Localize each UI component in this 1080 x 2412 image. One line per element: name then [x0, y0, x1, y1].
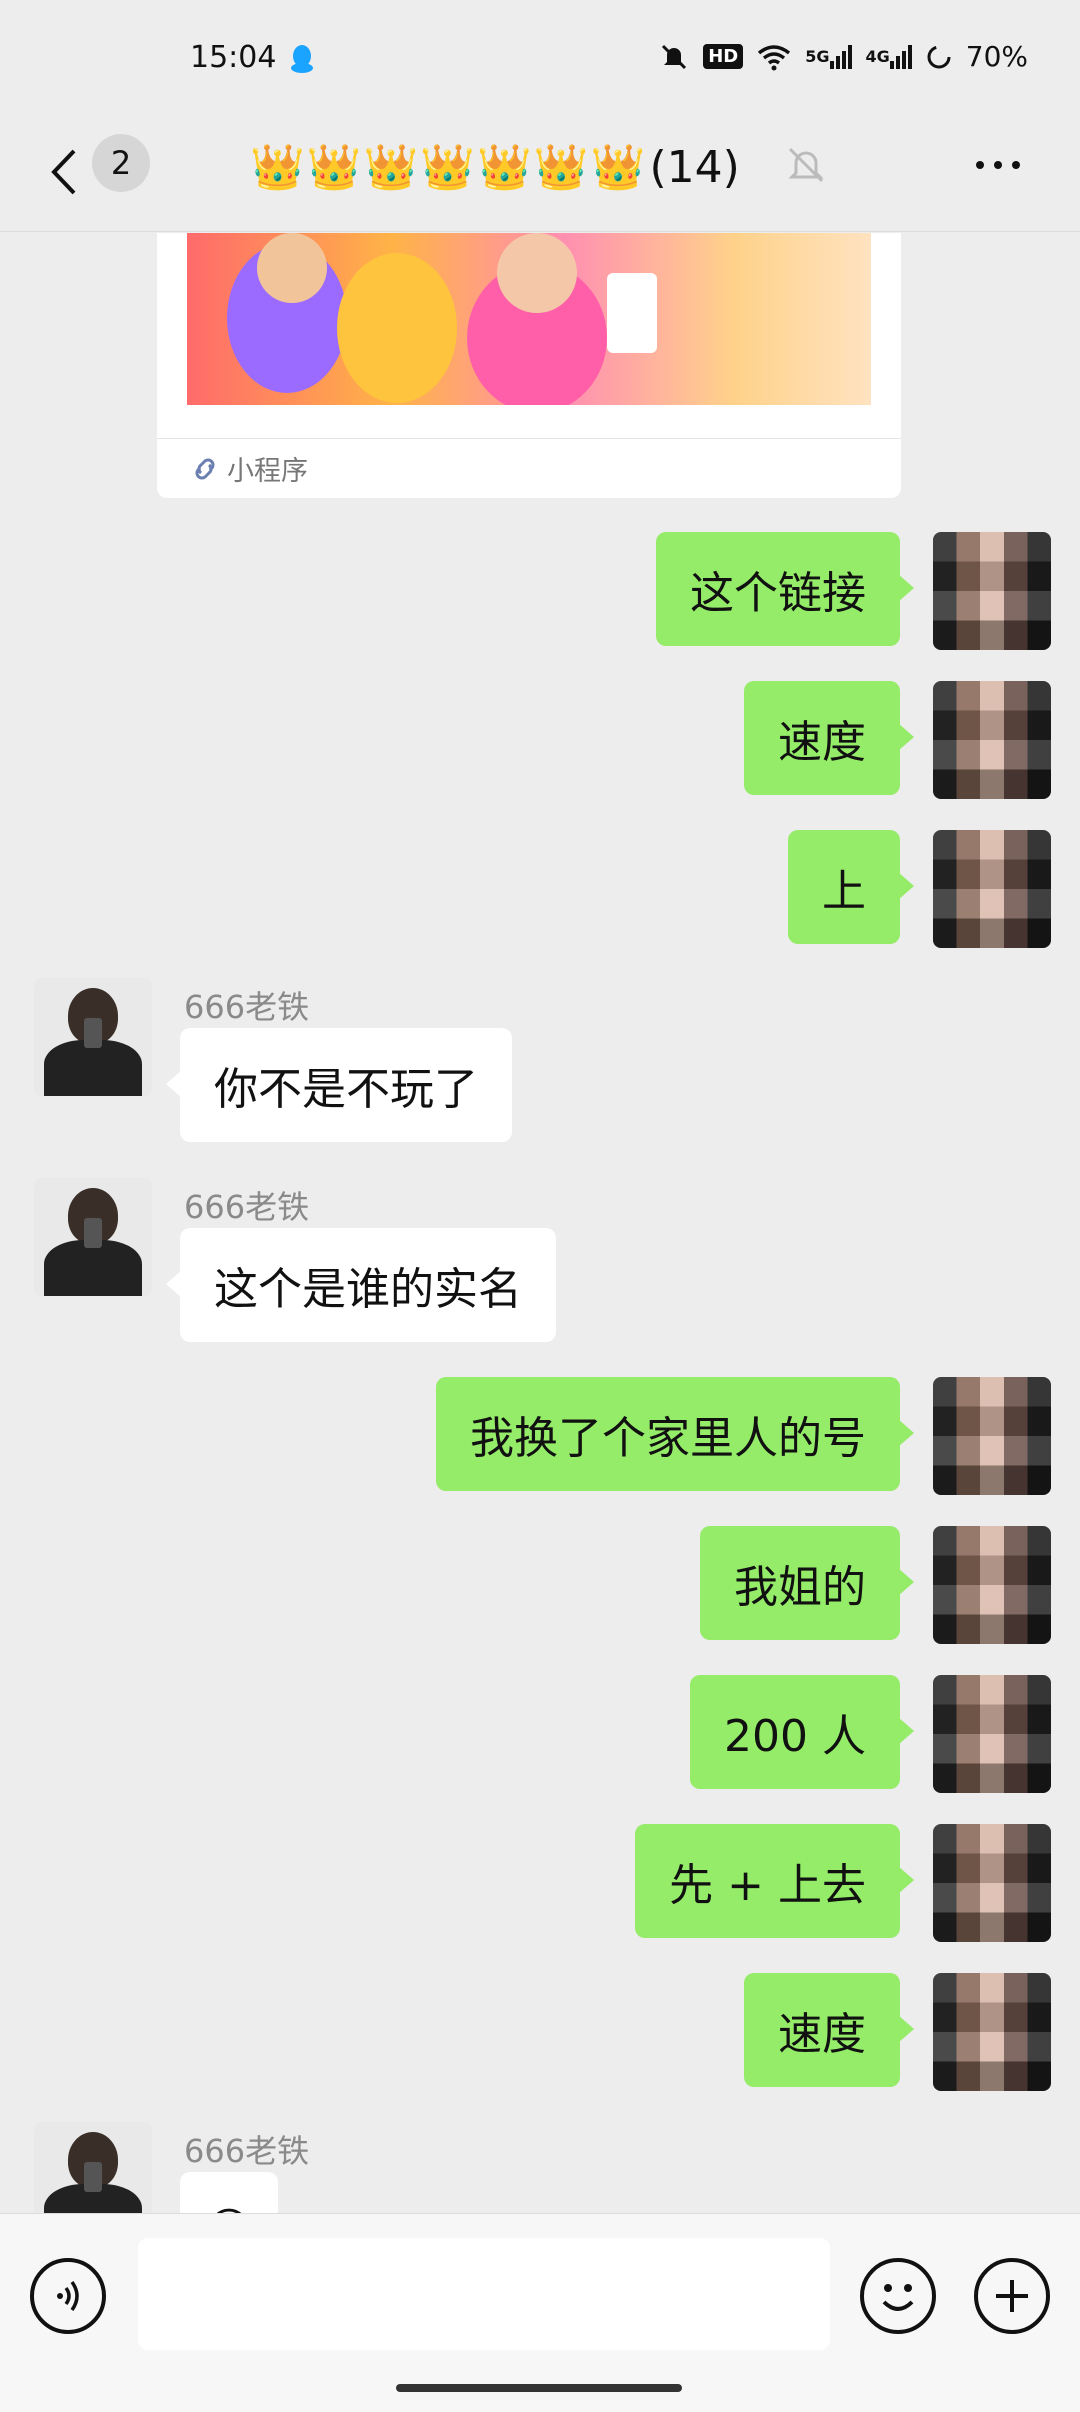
voice-icon	[57, 2280, 79, 2312]
message-bubble[interactable]: 我姐的	[700, 1526, 914, 1640]
message-text: 你不是不玩了	[214, 1064, 478, 1115]
message-bubble[interactable]: 这个链接	[656, 532, 914, 646]
my-avatar[interactable]	[933, 1824, 1051, 1942]
more-options-button[interactable]	[968, 140, 1028, 190]
battery-percent: 70%	[965, 40, 1028, 73]
my-avatar[interactable]	[933, 681, 1051, 799]
message-text: 我换了个家里人的号	[470, 1413, 866, 1464]
message-bubble[interactable]: 我换了个家里人的号	[436, 1377, 914, 1491]
mini-program-icon	[195, 458, 215, 479]
more-dot-icon	[976, 161, 984, 169]
my-avatar[interactable]	[933, 1377, 1051, 1495]
message-bubble[interactable]: 速度	[744, 1973, 914, 2087]
sender-name: 666老铁	[184, 988, 310, 1026]
voice-input-button[interactable]	[30, 2258, 106, 2334]
mini-program-card[interactable]: 小程序	[157, 233, 901, 498]
unread-count-badge[interactable]: 2	[92, 134, 150, 192]
message-bubble[interactable]: 你不是不玩了	[166, 1028, 512, 1142]
my-avatar[interactable]	[933, 1973, 1051, 2091]
sender-name: 666老铁	[184, 1188, 310, 1226]
message-text: 先 + 上去	[669, 1860, 866, 1911]
status-time: 15:04	[190, 40, 277, 75]
qq-notification-icon	[291, 45, 313, 73]
status-icons: HD 5G 4G 70%	[659, 40, 1028, 73]
sender-avatar[interactable]	[34, 1178, 152, 1296]
message-bubble[interactable]: 先 + 上去	[635, 1824, 914, 1938]
sender-name: 666老铁	[184, 2132, 310, 2170]
battery-ring-icon	[927, 45, 951, 68]
smile-icon	[882, 2284, 914, 2311]
more-functions-button[interactable]	[974, 2258, 1050, 2334]
mini-program-label: 小程序	[227, 456, 308, 487]
emoji-button[interactable]	[860, 2258, 936, 2334]
more-dot-icon	[994, 161, 1002, 169]
message-text: 速度	[778, 717, 866, 768]
chat-title[interactable]: 👑👑👑👑👑👑👑 (14)	[250, 140, 740, 196]
message-text: 这个是谁的实名	[214, 1264, 522, 1315]
message-bubble[interactable]: 上	[788, 830, 914, 944]
home-indicator[interactable]	[396, 2384, 682, 2392]
status-bar: 15:04 HD 5G 4G 70%	[0, 0, 1080, 120]
signal-4g-icon: 4G	[866, 44, 912, 69]
message-bubble[interactable]: 这个是谁的实名	[166, 1228, 556, 1342]
card-divider	[157, 438, 901, 439]
message-bubble[interactable]: 速度	[744, 681, 914, 795]
my-avatar[interactable]	[933, 830, 1051, 948]
message-bubble[interactable]: 200 人	[690, 1675, 914, 1789]
message-list[interactable]: 小程序 这个链接 速度 上 666老铁 你不是不玩了 666老铁 这个是谁的实名…	[0, 233, 1080, 2213]
message-text: 😊	[206, 2204, 252, 2214]
sender-avatar[interactable]	[34, 2122, 152, 2213]
message-text: 上	[822, 866, 866, 917]
input-bar	[0, 2213, 1080, 2412]
plus-icon	[996, 2280, 1028, 2312]
message-bubble[interactable]: 😊	[180, 2172, 278, 2213]
sender-avatar[interactable]	[34, 978, 152, 1096]
my-avatar[interactable]	[933, 532, 1051, 650]
message-text: 200 人	[724, 1711, 866, 1762]
wifi-icon	[758, 44, 791, 70]
my-avatar[interactable]	[933, 1675, 1051, 1793]
signal-5g-icon: 5G	[805, 44, 852, 69]
back-button[interactable]	[40, 142, 86, 202]
chevron-left-icon	[51, 149, 76, 195]
message-input[interactable]	[138, 2238, 830, 2350]
bell-muted-icon	[788, 147, 824, 183]
title-crowns: 👑👑👑👑👑👑👑	[250, 142, 648, 193]
my-avatar[interactable]	[933, 1526, 1051, 1644]
mini-program-footer: 小程序	[191, 449, 308, 488]
message-text: 我姐的	[734, 1562, 866, 1613]
mute-status-icon	[662, 44, 687, 69]
member-count: (14)	[649, 142, 740, 193]
more-dot-icon	[1012, 161, 1020, 169]
message-text: 这个链接	[690, 568, 866, 619]
message-text: 速度	[778, 2009, 866, 2060]
hd-badge: HD	[703, 44, 744, 69]
mini-program-banner-image	[187, 233, 871, 405]
